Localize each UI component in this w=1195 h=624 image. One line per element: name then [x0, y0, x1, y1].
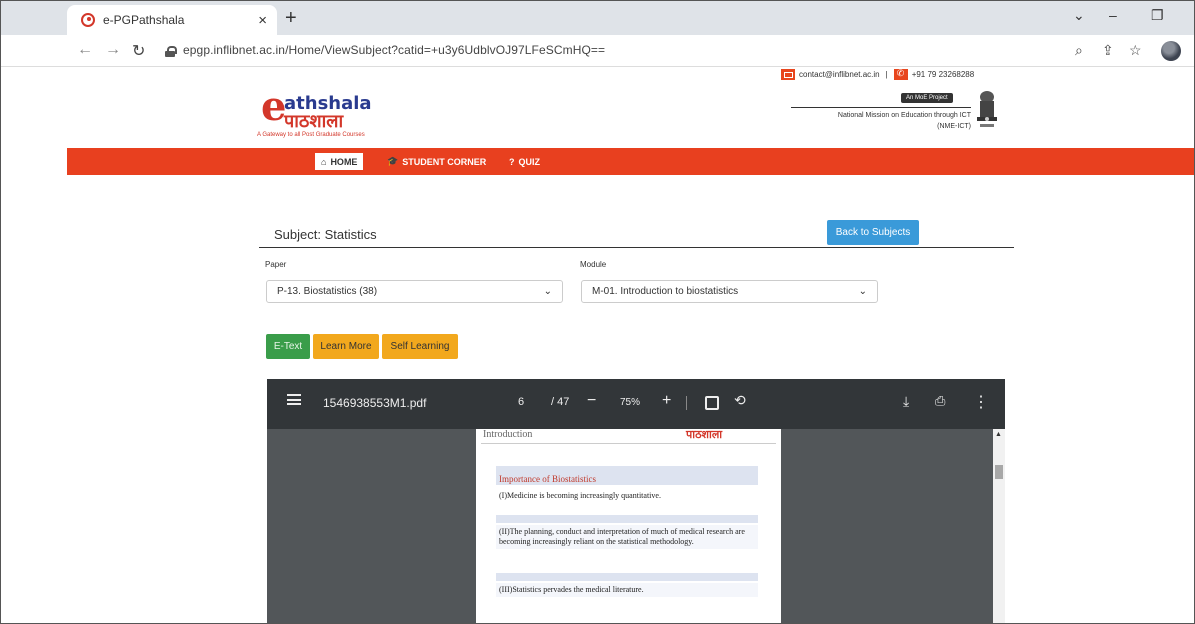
toolbar-divider — [686, 396, 687, 410]
pdf-page-logo: पाठशाला — [686, 429, 723, 441]
nav-home-label: HOME — [330, 156, 358, 167]
pdf-point-1: (I)Medicine is becoming increasingly qua… — [499, 491, 661, 500]
chevron-down-icon: ⌄ — [543, 286, 552, 297]
nav-student-corner-label: STUDENT CORNER — [402, 156, 487, 167]
tab-close-icon[interactable]: × — [258, 12, 267, 29]
page-total: / 47 — [551, 396, 570, 408]
back-to-subjects-button[interactable]: Back to Subjects — [827, 220, 919, 245]
national-emblem-icon — [977, 91, 997, 127]
pdf-point-2: (II)The planning, conduct and interpreta… — [496, 525, 758, 549]
browser-tab[interactable]: e-PGPathshala × — [67, 5, 277, 35]
browser-tab-bar: e-PGPathshala × + ⌄ – ❐ — [1, 1, 1194, 35]
menu-icon[interactable] — [287, 394, 301, 405]
learn-more-button[interactable]: Learn More — [313, 334, 379, 359]
nme-line1: National Mission on Education through IC… — [837, 112, 971, 119]
paper-select-value: P-13. Biostatistics (38) — [277, 286, 378, 297]
profile-avatar[interactable] — [1161, 41, 1181, 61]
tab-search-icon[interactable]: ⌄ — [1073, 7, 1085, 24]
pdf-band — [496, 573, 758, 581]
pdf-band — [496, 515, 758, 523]
url-field[interactable]: epgp.inflibnet.ac.in/Home/ViewSubject?ca… — [183, 43, 605, 57]
subject-divider — [259, 247, 1014, 248]
zoom-in-icon[interactable]: + — [662, 392, 671, 410]
contact-email[interactable]: contact@inflibnet.ac.in — [799, 70, 880, 79]
minimize-icon[interactable]: – — [1109, 7, 1117, 23]
paper-select[interactable]: P-13. Biostatistics (38) ⌄ — [266, 280, 563, 303]
subject-title: Subject: Statistics — [274, 227, 377, 242]
screenshot-frame: e-PGPathshala × + ⌄ – ❐ ← → ↻ epgp.infli… — [0, 0, 1195, 624]
nav-home[interactable]: ⌂ HOME — [315, 153, 364, 170]
paper-label: Paper — [265, 260, 287, 269]
nme-ict-text: National Mission on Education through IC… — [791, 107, 971, 132]
page-number-input[interactable]: 6 — [518, 396, 524, 408]
browser-address-bar: ← → ↻ epgp.inflibnet.ac.in/Home/ViewSubj… — [1, 35, 1194, 67]
zoom-out-icon[interactable]: − — [587, 392, 596, 410]
contact-phone: +91 79 23268288 — [911, 69, 975, 79]
chevron-down-icon: ⌄ — [858, 286, 867, 297]
forward-arrow-icon[interactable]: → — [105, 41, 121, 59]
contact-separator: | — [885, 69, 888, 79]
nme-line2: (NME-ICT) — [937, 123, 971, 130]
pdf-toolbar: 1546938553M1.pdf 6 / 47 − 75% + ⟲ ⤓ ⎙ ⋮ — [267, 379, 1005, 429]
nav-quiz[interactable]: ? QUIZ — [503, 153, 546, 170]
zoom-search-icon[interactable]: ⌕ — [1075, 42, 1083, 59]
phone-icon — [893, 68, 908, 80]
self-learning-button[interactable]: Self Learning — [382, 334, 458, 359]
logo-e: e — [261, 83, 287, 130]
logo-tagline: A Gateway to all Post Graduate Courses — [257, 132, 365, 138]
etext-button[interactable]: E-Text — [266, 334, 310, 359]
pdf-filename: 1546938553M1.pdf — [323, 396, 427, 410]
pdf-page-header: Introduction — [483, 429, 533, 440]
question-icon: ? — [509, 156, 515, 167]
fit-page-icon[interactable] — [705, 396, 719, 410]
print-icon[interactable]: ⎙ — [935, 393, 945, 409]
module-select[interactable]: M-01. Introduction to biostatistics ⌄ — [581, 280, 878, 303]
pdf-scrollbar[interactable]: ▲ — [993, 429, 1005, 623]
module-label: Module — [580, 260, 607, 269]
nav-quiz-label: QUIZ — [518, 156, 541, 167]
pdf-viewer: 1546938553M1.pdf 6 / 47 − 75% + ⟲ ⤓ ⎙ ⋮ … — [267, 379, 1005, 623]
zoom-level[interactable]: 75% — [620, 397, 640, 408]
home-icon: ⌂ — [321, 156, 327, 167]
pdf-header-rule — [481, 443, 776, 444]
logo-hindi: पाठशाला — [284, 111, 344, 132]
scroll-up-icon[interactable]: ▲ — [995, 431, 1002, 438]
bookmark-star-icon[interactable]: ☆ — [1129, 42, 1142, 59]
pdf-point-3: (III)Statistics pervades the medical lit… — [496, 583, 758, 597]
moe-badge: An MoE Project — [901, 93, 953, 103]
lock-icon — [165, 46, 177, 57]
pdf-page: Introduction पाठशाला Importance of Biost… — [476, 429, 781, 623]
tab-title: e-PGPathshala — [103, 13, 185, 27]
epgpathshala-logo[interactable]: e athshala पाठशाला A Gateway to all Post… — [251, 87, 431, 145]
scroll-thumb[interactable] — [995, 465, 1003, 479]
back-arrow-icon[interactable]: ← — [77, 41, 93, 59]
rotate-icon[interactable]: ⟲ — [734, 392, 746, 409]
share-icon[interactable]: ⇪ — [1102, 42, 1114, 59]
mail-icon — [781, 68, 795, 80]
more-options-icon[interactable]: ⋮ — [973, 392, 989, 412]
module-select-value: M-01. Introduction to biostatistics — [592, 286, 739, 297]
nav-student-corner[interactable]: 🎓 STUDENT CORNER — [381, 153, 492, 170]
download-icon[interactable]: ⤓ — [903, 393, 909, 410]
new-tab-button[interactable]: + — [285, 7, 297, 30]
contact-bar: contact@inflibnet.ac.in | +91 79 2326828… — [781, 67, 974, 81]
reload-icon[interactable]: ↻ — [132, 41, 145, 61]
favicon-icon — [81, 13, 95, 27]
main-navigation: ⌂ HOME 🎓 STUDENT CORNER ? QUIZ — [67, 148, 1194, 175]
graduation-cap-icon: 🎓 — [387, 156, 399, 166]
pdf-section-title: Importance of Biostatistics — [496, 473, 758, 485]
restore-icon[interactable]: ❐ — [1151, 7, 1164, 24]
